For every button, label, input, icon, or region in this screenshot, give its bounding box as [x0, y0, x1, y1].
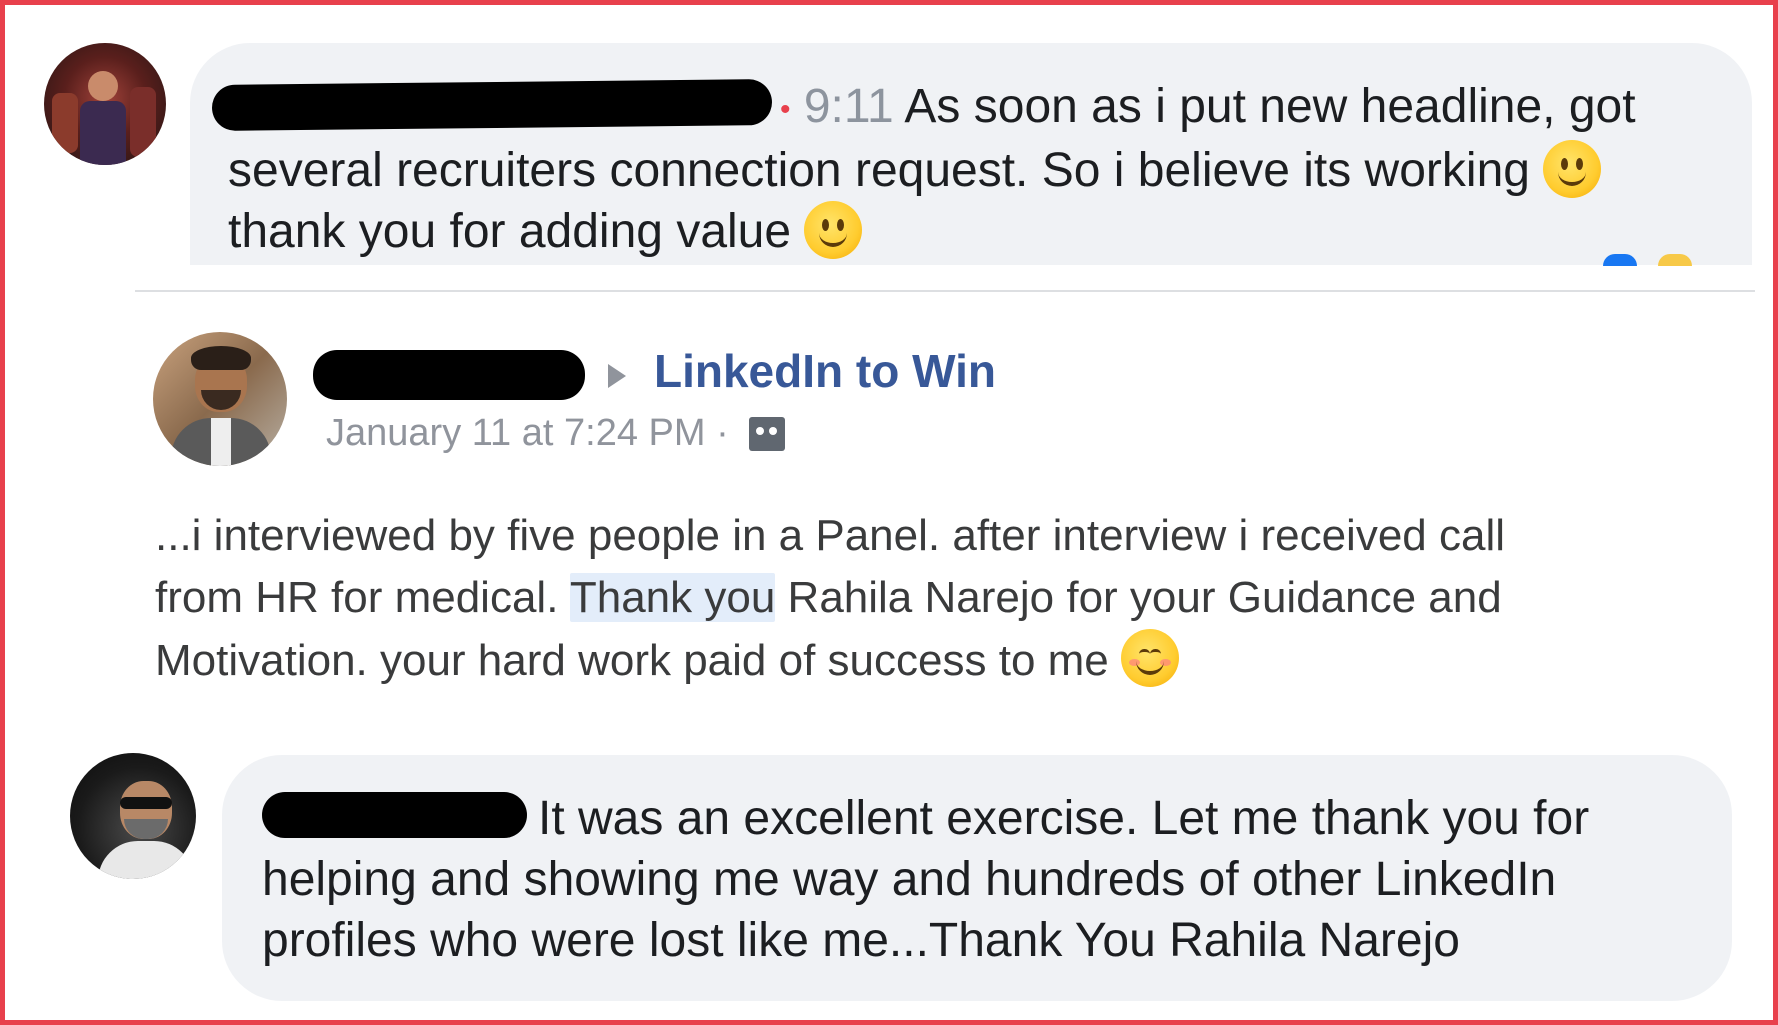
- comment-text-2: It was an excellent exercise. Let me tha…: [262, 788, 1589, 971]
- group-audience-icon: [749, 417, 786, 451]
- post-body: ...i interviewed by five people in a Pan…: [155, 505, 1505, 692]
- group-name-link[interactable]: LinkedIn to Win: [654, 342, 996, 400]
- unread-dot: •: [780, 92, 791, 126]
- post-body-text: Motivation. your hard work paid of succe…: [155, 636, 1109, 685]
- redacted-post-author-name[interactable]: [313, 350, 585, 400]
- slightly-smiling-face-icon: [804, 200, 863, 259]
- post-timestamp[interactable]: January 11 at 7:24 PM: [326, 412, 706, 454]
- post-body-line: ...i interviewed by five people in a Pan…: [155, 511, 1506, 560]
- comment-line: It was an excellent exercise. Let me tha…: [538, 792, 1590, 845]
- comment-line: profiles who were lost like me...Thank Y…: [262, 914, 1460, 967]
- slightly-smiling-face-icon: [1543, 139, 1602, 198]
- smiling-face-with-smiling-eyes-icon: [1121, 629, 1179, 687]
- meta-separator: ·: [716, 412, 729, 454]
- comment-line: helping and showing me way and hundreds …: [262, 853, 1557, 906]
- shared-to-arrow-icon: [608, 364, 626, 388]
- comment-line: thank you for adding value: [228, 204, 792, 258]
- comment-time-1[interactable]: 9:11: [804, 80, 894, 133]
- post-meta: January 11 at 7:24 PM ·: [326, 412, 786, 455]
- post-body-text: from HR for medical.: [155, 573, 570, 622]
- commenter-avatar-1[interactable]: [44, 43, 166, 165]
- post-body-text: Rahila Narejo for your Guidance and: [775, 573, 1502, 622]
- comment-line: several recruiters connection request. S…: [228, 143, 1530, 197]
- commenter-avatar-2[interactable]: [70, 753, 196, 879]
- post-author-avatar[interactable]: [153, 332, 287, 466]
- divider: [135, 290, 1755, 292]
- reaction-peek-like[interactable]: [1603, 254, 1637, 266]
- comment-text-1: • 9:11 As soon as i put new headline, go…: [228, 76, 1636, 262]
- reaction-peek-love[interactable]: [1658, 254, 1692, 266]
- comment-line: As soon as i put new headline, got: [904, 80, 1636, 133]
- selected-text-highlight[interactable]: Thank you: [569, 573, 776, 622]
